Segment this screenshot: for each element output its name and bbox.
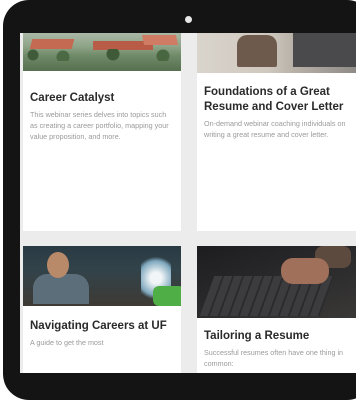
card-title: Navigating Careers at UF	[30, 320, 167, 332]
card-description: A guide to get the most	[30, 338, 104, 347]
card-career-catalyst[interactable]: Career Catalyst This webinar series delv…	[23, 33, 181, 231]
keyboard-hands-image	[197, 246, 356, 318]
card-tailoring-resume[interactable]: Tailoring a Resume Successful resumes of…	[197, 246, 356, 373]
tablet-screen: Career Catalyst This webinar series delv…	[20, 33, 356, 373]
camera-dot	[185, 16, 192, 23]
card-title: Tailoring a Resume	[204, 330, 310, 342]
card-description: On-demand webinar coaching individuals o…	[204, 119, 346, 139]
card-navigating-careers[interactable]: Navigating Careers at UF A guide to get …	[23, 246, 181, 373]
card-title: Foundations of a Great Resume and Cover …	[204, 86, 344, 113]
student-laptop-image	[23, 246, 181, 306]
card-title: Career Catalyst	[30, 92, 115, 104]
aerial-campus-image	[23, 33, 181, 71]
card-description: This webinar series delves into topics s…	[30, 110, 169, 141]
laptop-person-image	[197, 33, 356, 73]
card-description: Successful resumes often have one thing …	[204, 348, 344, 368]
card-resume-cover-letter[interactable]: Foundations of a Great Resume and Cover …	[197, 33, 356, 231]
